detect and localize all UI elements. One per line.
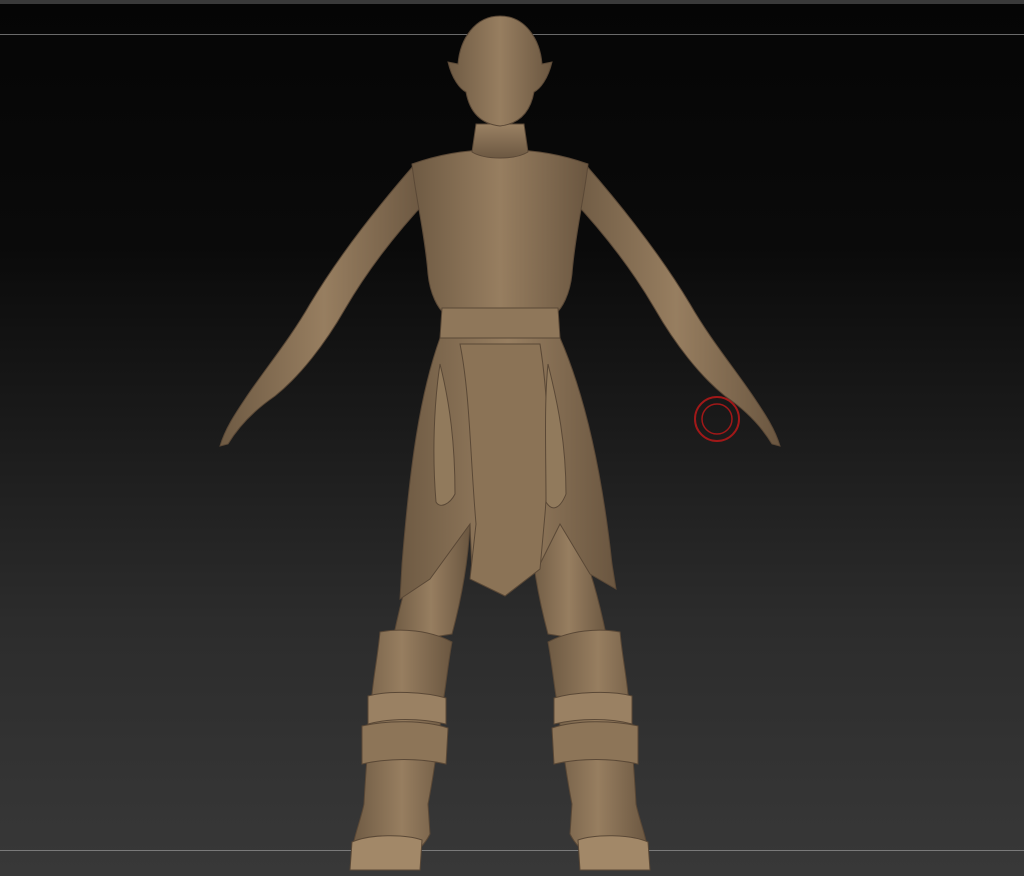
- left-boot-cuff-lower: [361, 721, 449, 765]
- left-arm: [219, 163, 429, 447]
- skirt-front-panel: [459, 343, 549, 597]
- left-boot-cuff: [367, 691, 447, 725]
- zbrush-window: [0, 0, 1024, 876]
- torso: [411, 149, 589, 315]
- right-boot-sole: [577, 835, 651, 871]
- belt: [439, 307, 561, 339]
- 3d-viewport[interactable]: [0, 4, 1024, 876]
- right-arm: [571, 163, 781, 447]
- left-boot-sole: [349, 835, 423, 871]
- right-boot-cuff-lower: [551, 721, 639, 765]
- head: [447, 15, 553, 127]
- brush-cursor-ring-icon: [694, 396, 740, 442]
- neck: [471, 123, 529, 159]
- clay-character-model[interactable]: [0, 4, 1024, 876]
- right-boot-cuff: [553, 691, 633, 725]
